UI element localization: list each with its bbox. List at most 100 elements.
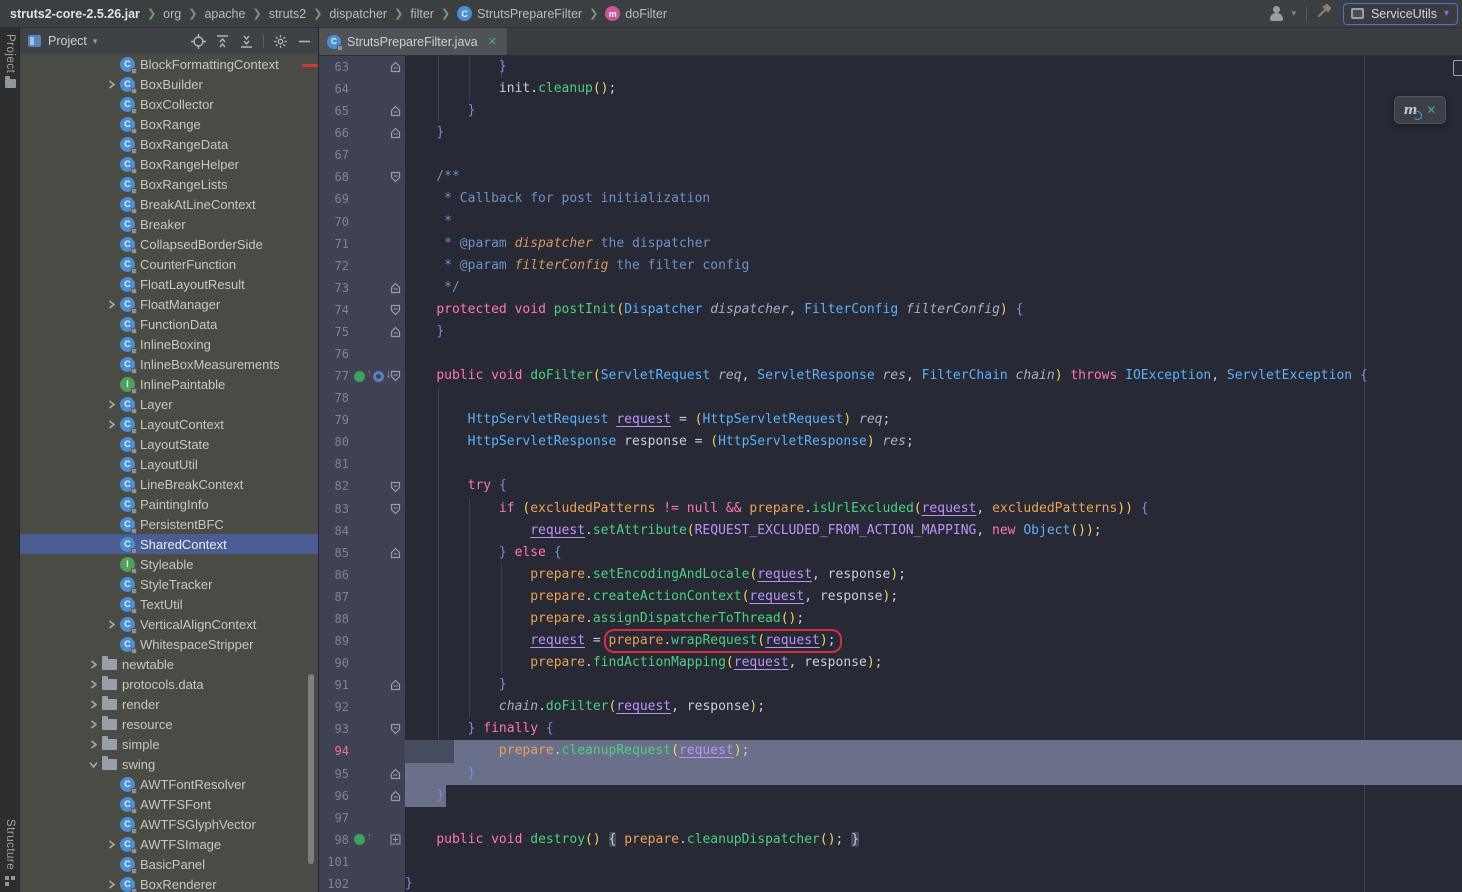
tree-item-inlineboxing[interactable]: CInlineBoxing xyxy=(20,334,318,354)
chevron-right-icon[interactable] xyxy=(102,80,120,89)
tree-item-swing[interactable]: swing xyxy=(20,754,318,774)
tree-item-basicpanel[interactable]: CBasicPanel xyxy=(20,854,318,874)
fold-marker-end[interactable] xyxy=(387,547,403,559)
tree-item-styletracker[interactable]: CStyleTracker xyxy=(20,574,318,594)
fold-marker-end[interactable] xyxy=(387,105,403,117)
tree-item-layoututil[interactable]: CLayoutUtil xyxy=(20,454,318,474)
chevron-right-icon[interactable] xyxy=(102,880,120,889)
tree-item-boxrange[interactable]: CBoxRange xyxy=(20,114,318,134)
breadcrumb-item-struts2-core-2.5.26.jar[interactable]: struts2-core-2.5.26.jar xyxy=(10,7,140,21)
tree-item-boxrangehelper[interactable]: CBoxRangeHelper xyxy=(20,154,318,174)
tree-item-blockformattingcontext[interactable]: CBlockFormattingContext xyxy=(20,54,318,74)
fold-marker-end[interactable] xyxy=(387,282,403,294)
tree-scrollbar-thumb[interactable] xyxy=(308,674,314,864)
fold-marker-start[interactable] xyxy=(387,481,403,493)
tree-item-layoutcontext[interactable]: CLayoutContext xyxy=(20,414,318,434)
tree-item-paintinginfo[interactable]: CPaintingInfo xyxy=(20,494,318,514)
chevron-right-icon[interactable] xyxy=(84,740,102,749)
code-editor[interactable]: 63 }64 init.cleanup();65 }66 }6768 /**69… xyxy=(319,56,1462,892)
project-stripe-button[interactable]: Project xyxy=(0,34,20,88)
structure-stripe-button[interactable]: Structure xyxy=(0,819,20,886)
chevron-right-icon[interactable] xyxy=(102,840,120,849)
build-hammer-icon[interactable] xyxy=(1317,3,1333,24)
breadcrumb-item-apache[interactable]: apache xyxy=(204,7,245,21)
tree-item-persistentbfc[interactable]: CPersistentBFC xyxy=(20,514,318,534)
tree-item-protocols.data[interactable]: protocols.data xyxy=(20,674,318,694)
fold-marker-end[interactable] xyxy=(387,61,403,73)
tree-item-boxrangedata[interactable]: CBoxRangeData xyxy=(20,134,318,154)
chevron-down-icon[interactable]: ▾ xyxy=(93,36,98,47)
fold-marker-start[interactable] xyxy=(387,723,403,735)
tree-item-breaker[interactable]: CBreaker xyxy=(20,214,318,234)
fold-marker-end[interactable] xyxy=(387,127,403,139)
tree-item-resource[interactable]: resource xyxy=(20,714,318,734)
locate-file-button[interactable] xyxy=(191,34,206,49)
lock-badge xyxy=(131,848,137,854)
tree-item-boxrenderer[interactable]: CBoxRenderer xyxy=(20,874,318,892)
tree-item-awtfontresolver[interactable]: CAWTFontResolver xyxy=(20,774,318,794)
tree-item-render[interactable]: render xyxy=(20,694,318,714)
breadcrumb-item-dispatcher[interactable]: dispatcher xyxy=(329,7,387,21)
collapse-all-button[interactable] xyxy=(239,34,254,49)
tree-item-layoutstate[interactable]: CLayoutState xyxy=(20,434,318,454)
tree-item-inlinepaintable[interactable]: IInlinePaintable xyxy=(20,374,318,394)
tree-item-floatlayoutresult[interactable]: CFloatLayoutResult xyxy=(20,274,318,294)
tree-item-floatmanager[interactable]: CFloatManager xyxy=(20,294,318,314)
tree-item-functiondata[interactable]: CFunctionData xyxy=(20,314,318,334)
breadcrumb-item-struts2[interactable]: struts2 xyxy=(269,7,307,21)
tree-item-linebreakcontext[interactable]: CLineBreakContext xyxy=(20,474,318,494)
fold-marker-start[interactable] xyxy=(387,503,403,515)
tree-item-collapsedborderside[interactable]: CCollapsedBorderSide xyxy=(20,234,318,254)
close-tab-icon[interactable]: ✕ xyxy=(488,35,497,48)
tree-item-sharedcontext[interactable]: CSharedContext xyxy=(20,534,318,554)
implemented-by-icon[interactable]: ↓ xyxy=(373,369,390,384)
method-refresh-icon[interactable]: m xyxy=(1404,103,1418,118)
hide-panel-button[interactable] xyxy=(297,34,312,49)
tree-item-verticalaligncontext[interactable]: CVerticalAlignContext xyxy=(20,614,318,634)
tree-item-inlineboxmeasurements[interactable]: CInlineBoxMeasurements xyxy=(20,354,318,374)
tree-item-simple[interactable]: simple xyxy=(20,734,318,754)
fold-marker-start[interactable] xyxy=(387,171,403,183)
editor-tab-strutspreparefilter[interactable]: C StrutsPrepareFilter.java ✕ xyxy=(319,28,507,55)
tree-item-boxrangelists[interactable]: CBoxRangeLists xyxy=(20,174,318,194)
tree-item-breakatlinecontext[interactable]: CBreakAtLineContext xyxy=(20,194,318,214)
tree-item-whitespacestripper[interactable]: CWhitespaceStripper xyxy=(20,634,318,654)
tree-item-styleable[interactable]: IStyleable xyxy=(20,554,318,574)
chevron-right-icon[interactable] xyxy=(102,400,120,409)
chevron-right-icon[interactable] xyxy=(84,660,102,669)
tree-item-layer[interactable]: CLayer xyxy=(20,394,318,414)
fold-marker-end[interactable] xyxy=(387,768,403,780)
chevron-right-icon[interactable] xyxy=(84,680,102,689)
chevron-down-icon[interactable] xyxy=(84,760,102,769)
settings-gear-icon[interactable] xyxy=(273,34,288,49)
fold-marker-end[interactable] xyxy=(387,679,403,691)
tree-item-boxbuilder[interactable]: CBoxBuilder xyxy=(20,74,318,94)
run-configuration-select[interactable]: ServiceUtils ▾ xyxy=(1343,3,1458,25)
chevron-right-icon[interactable] xyxy=(84,720,102,729)
fold-marker-start[interactable] xyxy=(387,304,403,316)
chevron-right-icon[interactable] xyxy=(102,300,120,309)
fold-marker-end[interactable] xyxy=(387,326,403,338)
tree-item-awtfsfont[interactable]: CAWTFSFont xyxy=(20,794,318,814)
breadcrumb-item-filter[interactable]: filter xyxy=(410,7,434,21)
close-widget-icon[interactable]: ✕ xyxy=(1426,103,1436,117)
chevron-right-icon[interactable] xyxy=(102,420,120,429)
fold-marker-plus[interactable] xyxy=(387,834,403,845)
tree-item-awtfsimage[interactable]: CAWTFSImage xyxy=(20,834,318,854)
tree-item-boxcollector[interactable]: CBoxCollector xyxy=(20,94,318,114)
tree-item-label: Layer xyxy=(140,397,173,412)
breadcrumb-item-strutspreparefilter[interactable]: CStrutsPrepareFilter xyxy=(457,6,582,21)
breadcrumb-item-dofilter[interactable]: mdoFilter xyxy=(605,6,667,21)
expand-all-button[interactable] xyxy=(215,34,230,49)
implements-method-icon[interactable]: ↑ xyxy=(354,369,371,384)
tree-item-counterfunction[interactable]: CCounterFunction xyxy=(20,254,318,274)
user-menu-button[interactable]: ▾ xyxy=(1268,6,1296,22)
tree-item-textutil[interactable]: CTextUtil xyxy=(20,594,318,614)
fold-marker-end[interactable] xyxy=(387,790,403,802)
tree-item-newtable[interactable]: newtable xyxy=(20,654,318,674)
chevron-right-icon[interactable] xyxy=(102,620,120,629)
implements-method-icon[interactable]: ↑ xyxy=(354,832,371,847)
breadcrumb-item-org[interactable]: org xyxy=(163,7,181,21)
chevron-right-icon[interactable] xyxy=(84,700,102,709)
tree-item-awtfsglyphvector[interactable]: CAWTFSGlyphVector xyxy=(20,814,318,834)
